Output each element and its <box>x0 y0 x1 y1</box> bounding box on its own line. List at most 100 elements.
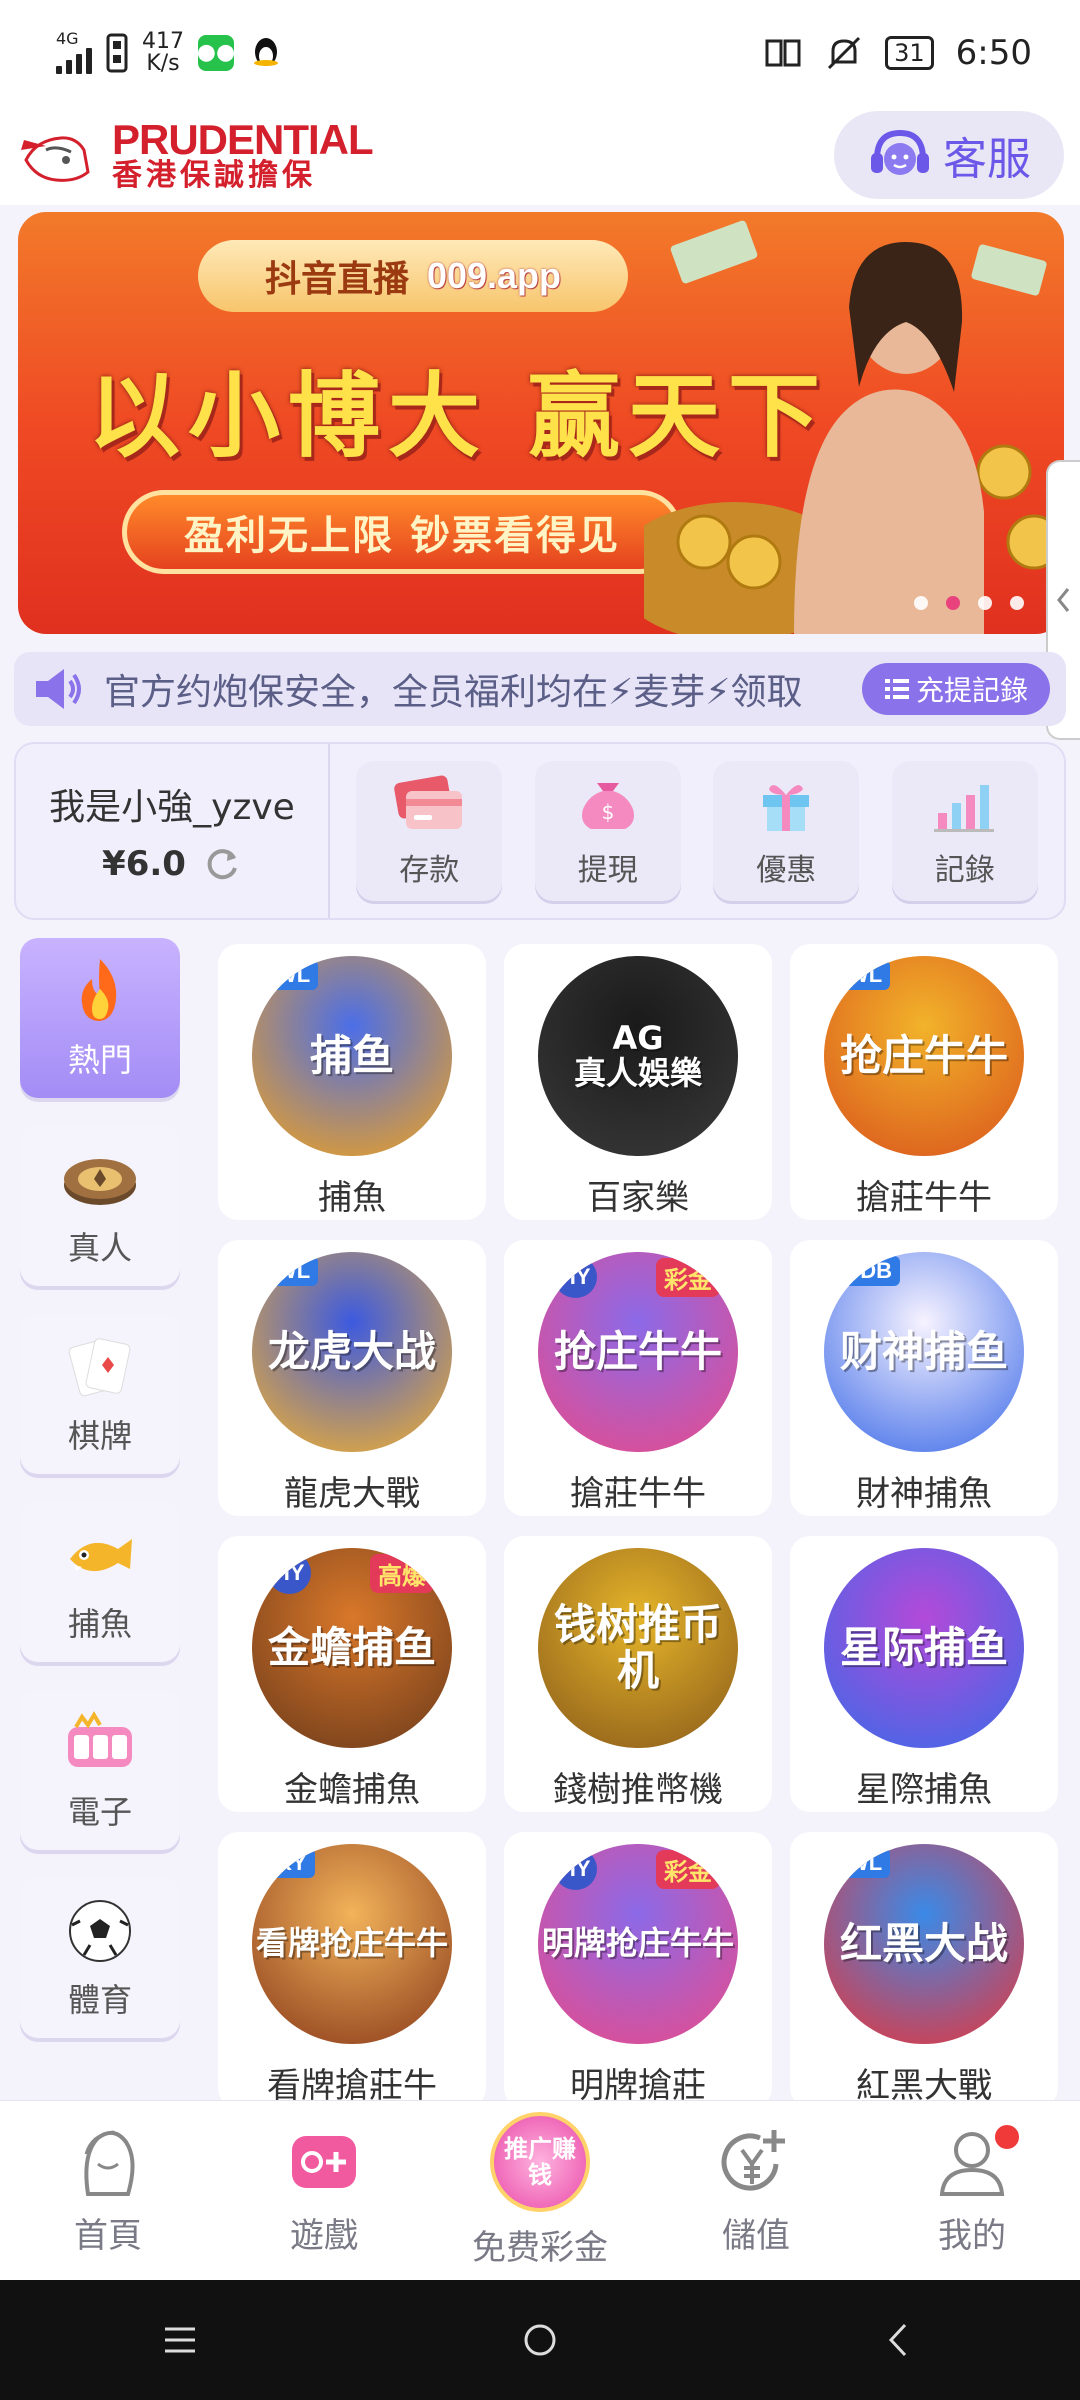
flame-icon <box>81 959 117 1021</box>
game-art-text: 龙虎大战 <box>267 1326 436 1376</box>
promo-banner[interactable]: 抖音直播 009.app 以小博大 赢天下 盈利无上限 钞票看得见 <box>18 212 1064 634</box>
game-name: 看牌搶莊牛 <box>267 2066 437 2104</box>
banner-top-text: 抖音直播 <box>264 259 409 300</box>
card-icon <box>394 775 463 829</box>
game-name: 搶莊牛牛 <box>570 1474 706 1514</box>
game-thumbnail: 捕鱼 WL <box>252 956 452 1156</box>
nav-label: 我的 <box>938 2216 1006 2256</box>
withdraw-button[interactable]: $ 提現 <box>534 761 681 901</box>
brand-logo[interactable]: PRUDENTIAL 香港保誠擔保 <box>16 119 374 193</box>
category-sports[interactable]: 體育 <box>20 1878 180 2038</box>
game-card[interactable]: 星际捕鱼 星際捕魚 <box>790 1536 1058 1812</box>
jackpot-badge: 高爆 <box>370 1554 434 1593</box>
category-label: 電子 <box>67 1793 132 1831</box>
game-name: 明牌搶莊 <box>570 2066 706 2104</box>
category-slots[interactable]: 電子 <box>20 1690 180 1850</box>
category-fishing[interactable]: 捕魚 <box>20 1502 180 1662</box>
game-thumbnail: 财神捕鱼 JDB <box>824 1252 1024 1452</box>
nav-games[interactable]: 遊戲 <box>224 2124 424 2257</box>
deposit-button[interactable]: 存款 <box>356 761 503 901</box>
prudential-logo-icon <box>21 136 90 182</box>
game-art-text: 财神捕鱼 <box>839 1326 1008 1376</box>
game-card[interactable]: 明牌抢庄牛牛 HY 彩金 明牌搶莊 <box>504 1832 772 2104</box>
status-left: 4G 417 K/s ●● <box>56 28 284 76</box>
records-label: 記錄 <box>934 853 995 888</box>
game-card[interactable]: 龙虎大战 WL 龍虎大戰 <box>218 1240 486 1516</box>
home-portrait-icon <box>84 2130 135 2196</box>
game-name: 龍虎大戰 <box>284 1474 420 1514</box>
nav-profile[interactable]: 我的 <box>872 2122 1072 2257</box>
promotions-button[interactable]: 優惠 <box>713 761 860 901</box>
nav-label: 免费彩金 <box>472 2228 608 2268</box>
provider-badge: HY <box>554 1848 597 1890</box>
fish-icon <box>70 1539 132 1572</box>
provider-badge: WL <box>268 960 319 990</box>
net-speed-unit: K/s <box>146 50 180 76</box>
provider-badge: KY <box>268 1848 315 1878</box>
game-card[interactable]: 看牌抢庄牛牛 KY 看牌搶莊牛 <box>218 1832 486 2104</box>
battery-indicator: 31 <box>885 35 934 70</box>
game-name: 捕魚 <box>318 1178 386 1218</box>
gift-icon <box>763 785 810 831</box>
provider-badge: HY <box>268 1552 311 1594</box>
clock: 6:50 <box>955 32 1032 73</box>
game-card[interactable]: 抢庄牛牛 WL 搶莊牛牛 <box>790 944 1058 1220</box>
notification-dot <box>992 2122 1022 2152</box>
game-thumbnail: 红黑大战 WL <box>824 1844 1024 2044</box>
game-card[interactable]: 财神捕鱼 JDB 財神捕魚 <box>790 1240 1058 1516</box>
game-card[interactable]: AG 真人娛樂 百家樂 <box>504 944 772 1220</box>
signal-bars-icon <box>56 46 92 74</box>
net-speed-value: 417 <box>142 28 184 54</box>
wechat-icon: ●● <box>197 34 235 71</box>
account-panel: 我是小強_yzve ¥6.0 存款 $ 提現 優惠 記錄 <box>14 742 1066 920</box>
game-thumbnail: 抢庄牛牛 WL <box>824 956 1024 1156</box>
banner-dot[interactable] <box>1010 596 1024 610</box>
chip-icon <box>64 1159 136 1205</box>
status-right: 31 6:50 <box>763 33 1032 73</box>
category-cards[interactable]: 棋牌 <box>20 1314 180 1474</box>
megaphone-icon <box>36 669 81 709</box>
game-card[interactable]: 捕鱼 WL 捕魚 <box>218 944 486 1220</box>
back-icon[interactable] <box>875 2315 925 2365</box>
banner-dot-active[interactable] <box>946 596 960 610</box>
username: 我是小強_yzve <box>49 787 295 828</box>
provider-badge: WL <box>268 1256 319 1286</box>
nav-label: 儲值 <box>722 2216 790 2256</box>
category-hot[interactable]: 熱門 <box>20 938 180 1098</box>
category-sidebar: 熱門 真人 棋牌 捕魚 電子 體育 <box>20 938 180 2066</box>
provider-badge: JDB <box>840 1256 901 1286</box>
svg-text:$: $ <box>601 800 614 824</box>
gamepad-icon <box>292 2136 356 2188</box>
game-name: 金蟾捕魚 <box>284 1770 420 1810</box>
signal-indicator: 4G <box>56 28 92 74</box>
network-type: 4G <box>56 28 79 48</box>
nav-deposit[interactable]: 儲值 <box>656 2124 856 2257</box>
game-card[interactable]: 红黑大战 WL 紅黑大戰 <box>790 1832 1058 2104</box>
game-thumbnail: 抢庄牛牛 HY 彩金 <box>538 1252 738 1452</box>
refresh-icon[interactable] <box>202 844 242 884</box>
category-label: 捕魚 <box>67 1605 132 1643</box>
game-card[interactable]: 抢庄牛牛 HY 彩金搶莊牛牛 <box>504 1240 772 1516</box>
menu-icon[interactable] <box>155 2315 205 2365</box>
game-card[interactable]: 钱树推币机 錢樹推幣機 <box>504 1536 772 1812</box>
category-live[interactable]: 真人 <box>20 1126 180 1286</box>
home-button-icon[interactable] <box>515 2315 565 2365</box>
category-label: 熱門 <box>67 1041 132 1079</box>
customer-service-button[interactable]: 客服 <box>834 111 1064 199</box>
banner-dot[interactable] <box>914 596 928 610</box>
nav-free-bonus[interactable]: 推广赚钱 免费彩金 <box>440 2112 640 2269</box>
slot-icon <box>68 1711 132 1767</box>
game-thumbnail: AG 真人娛樂 <box>538 956 738 1156</box>
logo-text-zh: 香港保誠擔保 <box>112 158 316 193</box>
transaction-record-button[interactable]: 充提記錄 <box>862 663 1050 715</box>
game-art-text: 明牌抢庄牛牛 <box>541 1924 734 1963</box>
banner-top-url: 009.app <box>426 255 562 296</box>
banner-dot[interactable] <box>978 596 992 610</box>
app-header: PRUDENTIAL 香港保誠擔保 客服 <box>0 105 1080 205</box>
game-grid: 捕鱼 WL 捕魚 AG 真人娛樂 百家樂 抢庄牛牛 WL 搶莊牛牛 龙虎大战 WL 龍虎大戰 抢庄牛牛… <box>218 944 1058 2104</box>
jackpot-badge: 彩金 <box>656 1258 720 1297</box>
game-card[interactable]: 金蟾捕鱼 HY 高爆 金蟾捕魚 <box>218 1536 486 1812</box>
nav-home[interactable]: 首頁 <box>8 2124 208 2257</box>
records-button[interactable]: 記錄 <box>891 761 1038 901</box>
net-speed: 417 K/s <box>142 28 184 76</box>
